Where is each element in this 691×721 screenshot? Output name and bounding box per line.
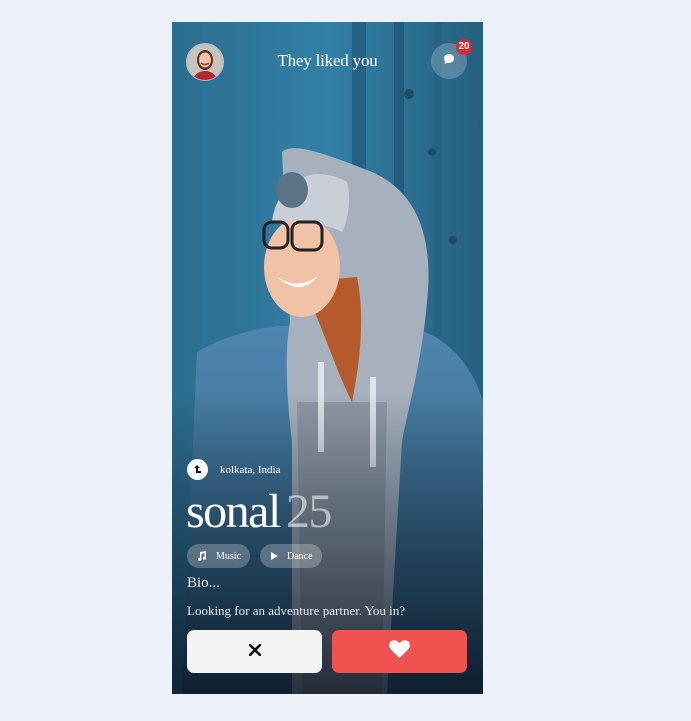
navigation-arrow-icon <box>187 459 208 480</box>
top-bar: They liked you 20 <box>172 22 483 102</box>
chat-bubble-icon <box>443 52 455 70</box>
interest-tag-music[interactable]: Music <box>187 544 250 568</box>
pass-button[interactable] <box>187 630 322 673</box>
bottom-gradient <box>172 22 483 694</box>
profile-age: 25 <box>285 485 333 538</box>
play-icon <box>270 552 278 560</box>
profile-name: sonal <box>186 485 281 538</box>
location-row: kolkata, India <box>187 459 280 480</box>
music-note-icon <box>197 551 207 561</box>
location-label: kolkata, India <box>220 463 281 476</box>
interest-label: Dance <box>287 550 313 562</box>
bio-heading: Bio... <box>187 575 220 591</box>
interest-label: Music <box>216 550 241 562</box>
like-button[interactable] <box>332 630 467 673</box>
heart-icon <box>389 640 410 663</box>
interest-tag-dance[interactable]: Dance <box>260 544 322 568</box>
profile-card[interactable]: They liked you 20 kolkata, India sonal 25… <box>172 22 483 694</box>
interest-tags: Music Dance <box>187 544 322 568</box>
close-icon <box>248 643 261 661</box>
notification-badge: 20 <box>456 39 472 55</box>
bio-text: Looking for an adventure partner. You in… <box>187 603 406 618</box>
profile-name-row: sonal 25 <box>186 482 333 542</box>
